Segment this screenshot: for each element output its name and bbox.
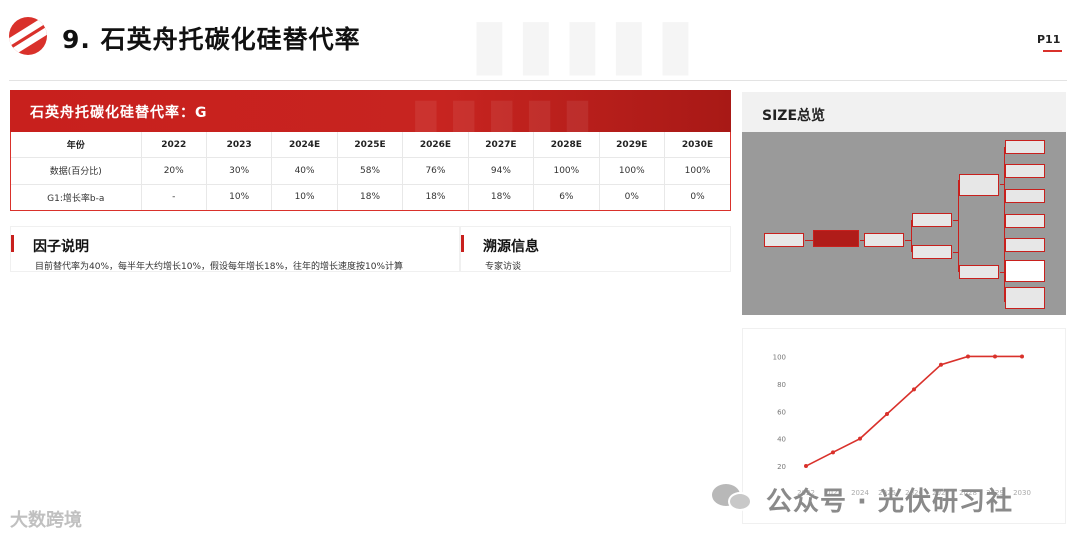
table-cell: 10% — [271, 184, 338, 210]
y-tick-label: 60 — [777, 408, 786, 416]
banner-decoration: ▮▮▮▮▮ — [410, 90, 600, 132]
table-header-cell: 2025E — [337, 132, 404, 159]
table-cell: 76% — [402, 157, 469, 185]
brand-logo — [9, 17, 47, 55]
tree-node — [959, 174, 999, 196]
data-point — [804, 464, 808, 469]
data-point — [939, 362, 943, 367]
table-cell: 0% — [690, 192, 705, 203]
header-decoration: ▮▮▮▮▮ — [470, 2, 703, 84]
y-tick-label: 100 — [773, 353, 786, 361]
section-banner: ▮▮▮▮▮ 石英舟托碳化硅替代率：G — [10, 90, 731, 132]
table-header-cell: 2027E — [468, 132, 535, 159]
table-row: G1:增长率b-a - 10% 10% 18% 18% 18% 6% 0% 0% — [11, 184, 730, 210]
tree-node — [912, 213, 952, 227]
wechat-icon — [712, 482, 754, 512]
page-number: P11 — [1037, 33, 1061, 46]
y-tick-label: 80 — [777, 381, 786, 389]
data-point — [1020, 354, 1024, 359]
data-table: 年份 2022 2023 2024E 2025E 2026E 2027E 202… — [10, 132, 731, 211]
table-cell: 18% — [337, 184, 404, 210]
source-text: 专家访谈 — [485, 262, 522, 272]
table-cell: 18% — [468, 184, 535, 210]
table-header-cell: 2024E — [271, 132, 338, 159]
table-cell: 18% — [402, 184, 469, 210]
y-tick-label: 20 — [777, 463, 786, 471]
table-header-cell: 2022 — [141, 132, 207, 159]
factor-heading: 因子说明 — [33, 239, 89, 255]
size-overview-title: SIZE总览 — [762, 108, 826, 124]
table-cell: - — [141, 184, 207, 210]
watermark-right: 公众号 · 光伏研习社 — [712, 478, 1052, 518]
tree-node — [1005, 260, 1045, 282]
size-overview-card: SIZE总览 — [742, 92, 1066, 315]
page-title: 9. 石英舟托碳化硅替代率 — [62, 25, 361, 54]
data-point — [858, 436, 862, 441]
tree-node — [1005, 140, 1045, 154]
tree-node — [1005, 164, 1045, 178]
data-point — [993, 354, 997, 359]
table-cell: G1:增长率b-a — [11, 184, 142, 210]
tree-node — [1005, 287, 1045, 309]
table-cell: 100% — [533, 157, 600, 185]
y-tick-label: 40 — [777, 436, 786, 444]
table-cell: 100% — [664, 157, 730, 185]
tree-node — [1005, 189, 1045, 203]
tree-node — [1005, 238, 1045, 252]
accent-bar — [11, 235, 14, 252]
tree-node — [912, 245, 952, 259]
table-cell: 数据(百分比) — [11, 157, 142, 185]
factor-text: 目前替代率为40%，每半年大约增长10%，假设每年增长18%，往年的增长速度按1… — [35, 262, 404, 272]
table-header-cell: 2026E — [402, 132, 469, 159]
tree-node-highlight — [813, 230, 859, 247]
size-tree-diagram — [742, 132, 1066, 315]
table-cell: 0% — [599, 184, 666, 210]
table-cell: 6% — [533, 184, 600, 210]
tree-node — [1005, 214, 1045, 228]
table-header-cell: 2030E — [664, 132, 730, 159]
data-point — [966, 354, 970, 359]
table-header-row: 年份 2022 2023 2024E 2025E 2026E 2027E 202… — [11, 132, 730, 159]
banner-title: 石英舟托碳化硅替代率：G — [30, 105, 208, 121]
accent-bar — [461, 235, 464, 252]
tree-node — [864, 233, 904, 247]
watermark-left: 大数跨境 — [10, 510, 82, 531]
table-row: 数据(百分比) 20% 30% 40% 58% 76% 94% 100% 100… — [11, 157, 730, 185]
watermark-right-text: 公众号 · 光伏研习社 — [766, 487, 1013, 517]
table-cell: 100% — [599, 157, 666, 185]
data-point — [831, 450, 835, 455]
table-header-cell: 2023 — [206, 132, 273, 159]
table-cell: 58% — [337, 157, 404, 185]
factor-panel: 因子说明 目前替代率为40%，每半年大约增长10%，假设每年增长18%，往年的增… — [10, 226, 460, 272]
source-panel: 溯源信息 专家访谈 — [460, 226, 731, 272]
tree-node — [764, 233, 804, 247]
series-line — [805, 355, 1022, 467]
data-point — [885, 412, 889, 416]
table-cell: 20% — [141, 157, 207, 185]
tree-connector — [805, 240, 813, 241]
table-cell: 10% — [206, 184, 273, 210]
source-heading: 溯源信息 — [483, 239, 539, 255]
tree-node — [959, 265, 999, 279]
table-header-cell: 年份 — [11, 132, 142, 159]
table-cell: 30% — [206, 157, 273, 185]
page-number-underline — [1043, 50, 1062, 52]
header-divider — [9, 80, 1067, 81]
data-point — [912, 387, 916, 392]
table-cell: 40% — [271, 157, 338, 185]
table-header-cell: 2028E — [533, 132, 600, 159]
table-header-cell: 2029E — [599, 132, 666, 159]
table-cell: 94% — [468, 157, 535, 185]
